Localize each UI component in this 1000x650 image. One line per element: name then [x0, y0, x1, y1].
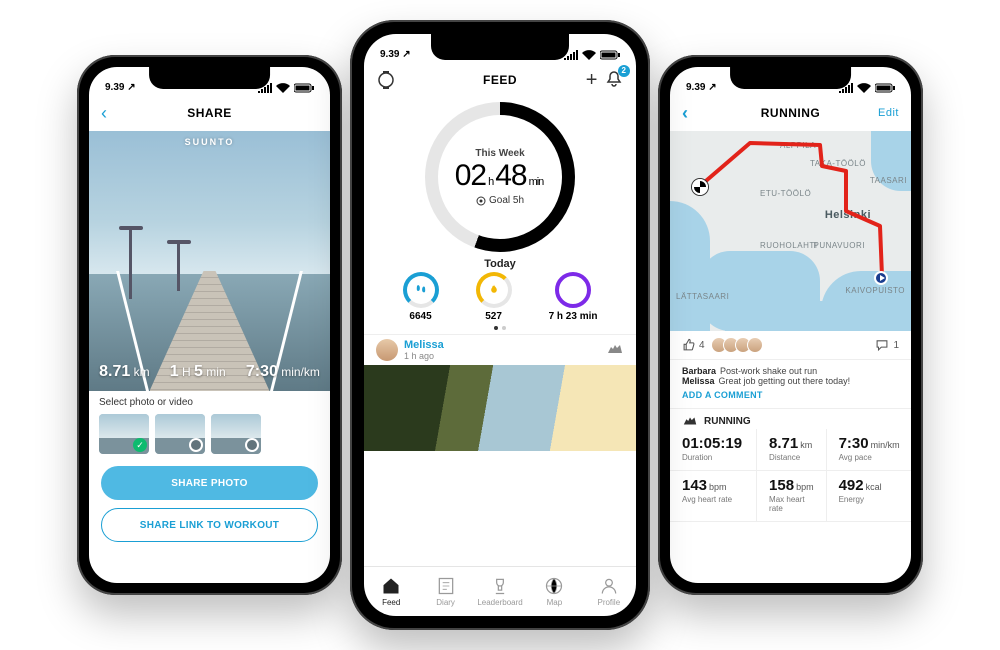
share-link-button[interactable]: SHARE LINK TO WORKOUT: [101, 508, 318, 542]
target-icon: [476, 196, 486, 206]
phone-share: 9.39 ↗ ‹ SHARE SUUNTO: [77, 55, 342, 595]
route-end-marker-icon: [874, 271, 888, 285]
comments-list: BarbaraPost-work shake out run MelissaGr…: [670, 360, 911, 388]
metric-duration-h: 1: [170, 363, 179, 380]
status-icons: [564, 50, 620, 60]
add-button[interactable]: +: [586, 69, 598, 92]
week-time-value: 02h48min: [455, 159, 546, 193]
battery-icon: [875, 83, 895, 93]
thumbnail-1[interactable]: ✓: [99, 414, 149, 454]
week-progress-ring[interactable]: This Week 02h48min Goal 5h: [425, 102, 575, 252]
comment-icon: [875, 338, 889, 352]
liker-avatars[interactable]: [715, 337, 763, 353]
steps-icon: [414, 283, 428, 297]
today-metrics: 6645 527 7 h 23 min: [364, 270, 636, 324]
stat-duration: 01:05:19Duration: [670, 429, 757, 471]
back-button[interactable]: ‹: [101, 103, 108, 124]
feed-post-header[interactable]: Melissa 1 h ago: [364, 334, 636, 365]
social-bar: 4 1: [670, 331, 911, 360]
notification-badge: 2: [618, 65, 630, 77]
tab-feed[interactable]: Feed: [364, 567, 418, 616]
goal-label: Goal 5h: [476, 195, 524, 206]
notch: [730, 67, 852, 89]
watch-icon[interactable]: [376, 70, 396, 90]
activity-type-icon: [606, 343, 624, 358]
tab-profile[interactable]: Profile: [582, 567, 636, 616]
tab-bar: Feed Diary Leaderboard Map Profile: [364, 566, 636, 616]
wifi-icon: [276, 83, 290, 93]
status-time: 9.39 ↗: [380, 49, 411, 60]
wifi-icon: [582, 50, 596, 60]
stat-distance: 8.71kmDistance: [757, 429, 827, 471]
stats-grid: 01:05:19Duration 8.71kmDistance 7:30min/…: [670, 429, 911, 522]
navbar: ‹ RUNNING Edit: [670, 95, 911, 131]
back-button[interactable]: ‹: [682, 103, 689, 124]
post-author: Melissa: [404, 339, 444, 351]
route-start-flag-icon: [692, 179, 708, 195]
today-heading: Today: [364, 258, 636, 270]
status-time: 9.39 ↗: [686, 82, 717, 93]
route-path: [670, 131, 911, 331]
thumbnail-2[interactable]: [155, 414, 205, 454]
like-button[interactable]: 4: [682, 338, 705, 352]
stat-avg-hr: 143bpmAvg heart rate: [670, 471, 757, 522]
battery-icon: [294, 83, 314, 93]
battery-icon: [600, 50, 620, 60]
notch: [149, 67, 271, 89]
phone-running: 9.39 ↗ ‹ RUNNING Edit A: [658, 55, 923, 595]
tab-map[interactable]: Map: [527, 567, 581, 616]
photo-thumbnails: ✓: [89, 410, 330, 458]
thumbnail-3[interactable]: [211, 414, 261, 454]
wifi-icon: [857, 83, 871, 93]
hero-metrics: 8.71 km 1 H 5 min 7:30 min/km: [89, 363, 330, 381]
metric-calories[interactable]: 527: [476, 272, 512, 322]
page-title: FEED: [483, 73, 517, 87]
select-photo-label: Select photo or video: [89, 391, 330, 410]
tab-diary[interactable]: Diary: [418, 567, 472, 616]
check-icon: ✓: [133, 438, 147, 452]
thumbs-up-icon: [682, 338, 696, 352]
comment-row: MelissaGreat job getting out there today…: [682, 376, 899, 386]
notifications-button[interactable]: 2: [604, 69, 624, 92]
page-title: RUNNING: [761, 106, 821, 120]
select-ring-icon: [189, 438, 203, 452]
metric-distance: 8.71: [99, 363, 130, 380]
comment-row: BarbaraPost-work shake out run: [682, 366, 899, 376]
tab-leaderboard[interactable]: Leaderboard: [473, 567, 527, 616]
this-week-label: This Week: [475, 148, 524, 159]
hero-photo: SUUNTO 8.71 km 1 H 5 min 7:30 min/km: [89, 131, 330, 391]
share-photo-button[interactable]: SHARE PHOTO: [101, 466, 318, 500]
comments-button[interactable]: 1: [875, 338, 899, 352]
edit-button[interactable]: Edit: [878, 107, 899, 119]
add-comment-button[interactable]: ADD A COMMENT: [670, 388, 911, 408]
avatar: [376, 339, 398, 361]
stat-energy: 492kcalEnergy: [827, 471, 911, 522]
page-dots: [364, 326, 636, 330]
metric-sleep[interactable]: 7 h 23 min: [549, 272, 598, 322]
moon-icon: [566, 283, 580, 297]
navbar: FEED + 2: [364, 62, 636, 98]
stat-max-hr: 158bpmMax heart rate: [757, 471, 827, 522]
feed-post-image[interactable]: [364, 365, 636, 451]
stat-pace: 7:30min/kmAvg pace: [827, 429, 911, 471]
route-map[interactable]: ALPPILA TAKA-TÖÖLÖ ETU-TÖÖLÖ RUOHOLAHTI …: [670, 131, 911, 331]
running-icon: [682, 415, 698, 427]
page-title: SHARE: [187, 106, 232, 120]
notch: [431, 34, 569, 60]
navbar: ‹ SHARE: [89, 95, 330, 131]
metric-steps[interactable]: 6645: [403, 272, 439, 322]
select-ring-icon: [245, 438, 259, 452]
metric-pace: 7:30: [246, 363, 278, 380]
flame-icon: [487, 283, 501, 297]
brand-logo: SUUNTO: [185, 137, 235, 147]
post-time: 1 h ago: [404, 351, 444, 361]
status-time: 9.39 ↗: [105, 82, 136, 93]
phone-feed: 9.39 ↗ FEED + 2: [350, 20, 650, 630]
activity-heading: RUNNING: [670, 408, 911, 429]
